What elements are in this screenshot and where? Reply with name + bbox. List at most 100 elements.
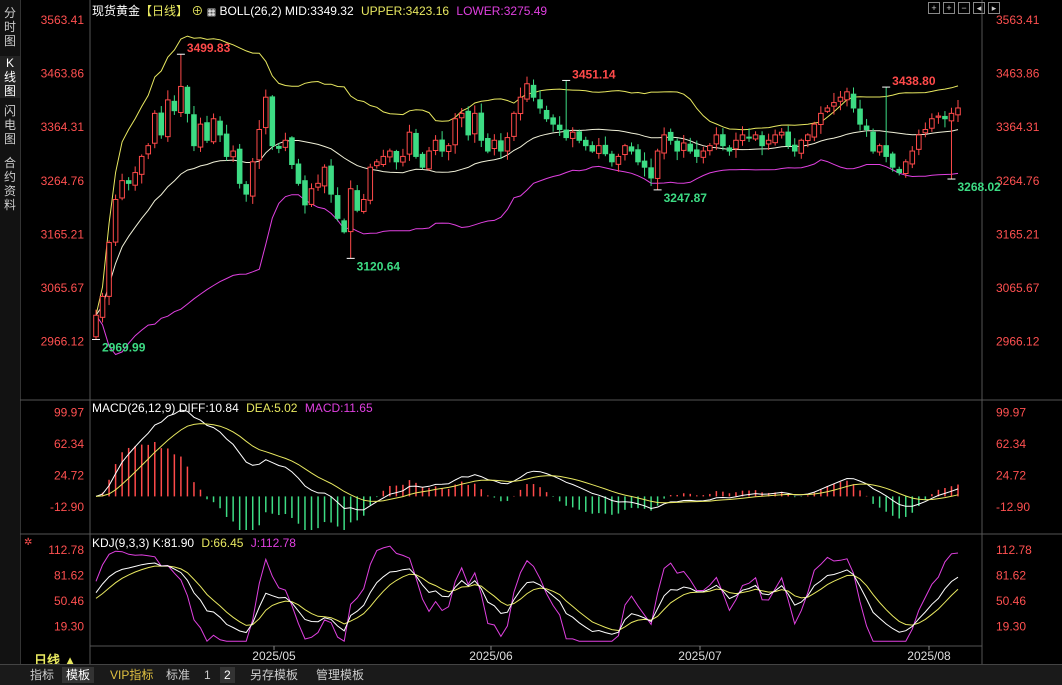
candle-body: [733, 139, 739, 150]
scroll-right-icon[interactable]: ▸: [988, 2, 1000, 14]
boll-name[interactable]: BOLL(26,2): [220, 4, 282, 18]
candle-body: [282, 139, 289, 148]
kdj-k: K:81.90: [152, 536, 195, 550]
annotation-0: 3499.83: [187, 41, 231, 55]
candle-body: [805, 134, 811, 141]
candle-body: [125, 180, 132, 184]
macd-diff: DIFF:10.84: [178, 401, 239, 415]
boll-mid: MID:3349.32: [284, 4, 354, 18]
candle-body: [132, 172, 138, 186]
candle-body: [929, 118, 935, 129]
candle-body: [752, 134, 759, 140]
xtick-label-0: 2025/05: [252, 649, 296, 663]
candle-body: [778, 131, 785, 136]
sidebar-tab-3[interactable]: 合约资料: [0, 156, 20, 212]
candle-body: [680, 142, 687, 151]
candle-body: [171, 100, 178, 112]
candle-body: [602, 144, 609, 155]
zoom-in-icon[interactable]: +: [943, 2, 955, 14]
bottom-tab-5[interactable]: 2: [220, 667, 235, 683]
macd-name[interactable]: MACD(26,12,9): [92, 401, 175, 415]
bottom-tab-0[interactable]: 指标: [26, 667, 58, 683]
annotation-6: 3268.02: [957, 180, 1001, 194]
candle-body: [498, 140, 504, 152]
macd-ytick-left-0: 99.97: [54, 405, 84, 419]
indicator-icon: ▦: [206, 7, 217, 18]
kdj-ytick-left-2: 50.46: [54, 594, 84, 608]
candle-body: [478, 112, 485, 141]
candle-body: [870, 131, 876, 152]
candle-body: [151, 112, 158, 144]
candle-body: [785, 131, 791, 147]
kdj-ytick-right-1: 81.62: [996, 568, 1026, 582]
candle-body: [635, 149, 641, 163]
candle-body: [524, 83, 530, 100]
candle-body: [674, 140, 680, 152]
candle-body: [485, 138, 491, 152]
kdj-settings-icon[interactable]: ✲: [24, 537, 32, 548]
plus-icon[interactable]: ⊕: [191, 4, 203, 18]
bottom-tab-3[interactable]: 标准: [162, 667, 194, 683]
candle-body: [948, 112, 955, 122]
candle-body: [360, 198, 367, 212]
candle-body: [276, 145, 282, 149]
candle-body: [543, 109, 550, 120]
scroll-left-icon[interactable]: ◂: [973, 2, 985, 14]
candle-body: [713, 134, 720, 145]
candle-body: [269, 96, 276, 147]
candle-body: [315, 182, 321, 188]
sidebar-tab-2[interactable]: 闪电图: [0, 104, 20, 146]
candle-body: [191, 114, 197, 147]
candle-body: [295, 163, 302, 184]
main-ytick-left-0: 3563.41: [41, 13, 85, 27]
kdj-ytick-right-0: 112.78: [996, 543, 1032, 557]
sidebar-tab-0[interactable]: 分时图: [0, 6, 20, 48]
candle-body: [380, 155, 387, 165]
macd-ytick-left-3: -12.90: [50, 500, 84, 514]
candle-body: [138, 155, 145, 175]
candle-body: [374, 161, 380, 167]
candle-body: [661, 134, 667, 154]
candle-body: [491, 139, 498, 149]
candle-body: [818, 112, 824, 125]
macd-ytick-left-2: 24.72: [54, 469, 84, 483]
sidebar-tab-1[interactable]: K线图: [0, 56, 20, 98]
candle-body: [119, 180, 125, 199]
bottom-tab-2[interactable]: VIP指标: [106, 667, 157, 683]
bottom-tab-1[interactable]: 模板: [62, 667, 95, 683]
zoom-out-icon[interactable]: −: [958, 2, 970, 14]
candle-body: [413, 132, 419, 157]
candle-body: [667, 131, 674, 141]
bottom-tab-6[interactable]: 另存模板: [246, 667, 302, 683]
candle-body: [302, 180, 308, 206]
boll-lower-line: [95, 159, 959, 356]
candle-body: [439, 139, 445, 152]
crosshair-icon[interactable]: +: [928, 2, 940, 14]
main-ytick-right-1: 3463.86: [996, 67, 1040, 81]
candle-body: [328, 165, 334, 195]
bottom-tab-7[interactable]: 管理模板: [312, 667, 368, 683]
boll-upper: UPPER:3423.16: [360, 4, 450, 18]
kdj-name[interactable]: KDJ(9,3,3): [92, 536, 149, 550]
candle-body: [393, 151, 400, 163]
candle-body: [517, 96, 524, 115]
instrument-name: 现货黄金: [92, 4, 141, 18]
candle-body: [596, 145, 602, 154]
main-ytick-left-4: 3165.21: [41, 227, 85, 241]
candle-body: [158, 112, 165, 136]
candle-body: [452, 118, 458, 146]
macd-ytick-right-1: 62.34: [996, 437, 1026, 451]
candle-body: [739, 134, 746, 142]
candle-body: [759, 135, 765, 147]
candle-body: [471, 112, 478, 135]
candle-body: [458, 112, 465, 119]
kdj-ytick-left-3: 19.30: [54, 619, 84, 633]
candle-body: [347, 188, 354, 233]
candle-body: [824, 107, 831, 112]
candle-body: [263, 96, 269, 129]
candle-body: [883, 145, 889, 157]
candle-body: [902, 161, 909, 174]
candle-body: [909, 150, 916, 165]
candle-body: [857, 108, 863, 125]
bottom-tab-4[interactable]: 1: [200, 667, 215, 683]
